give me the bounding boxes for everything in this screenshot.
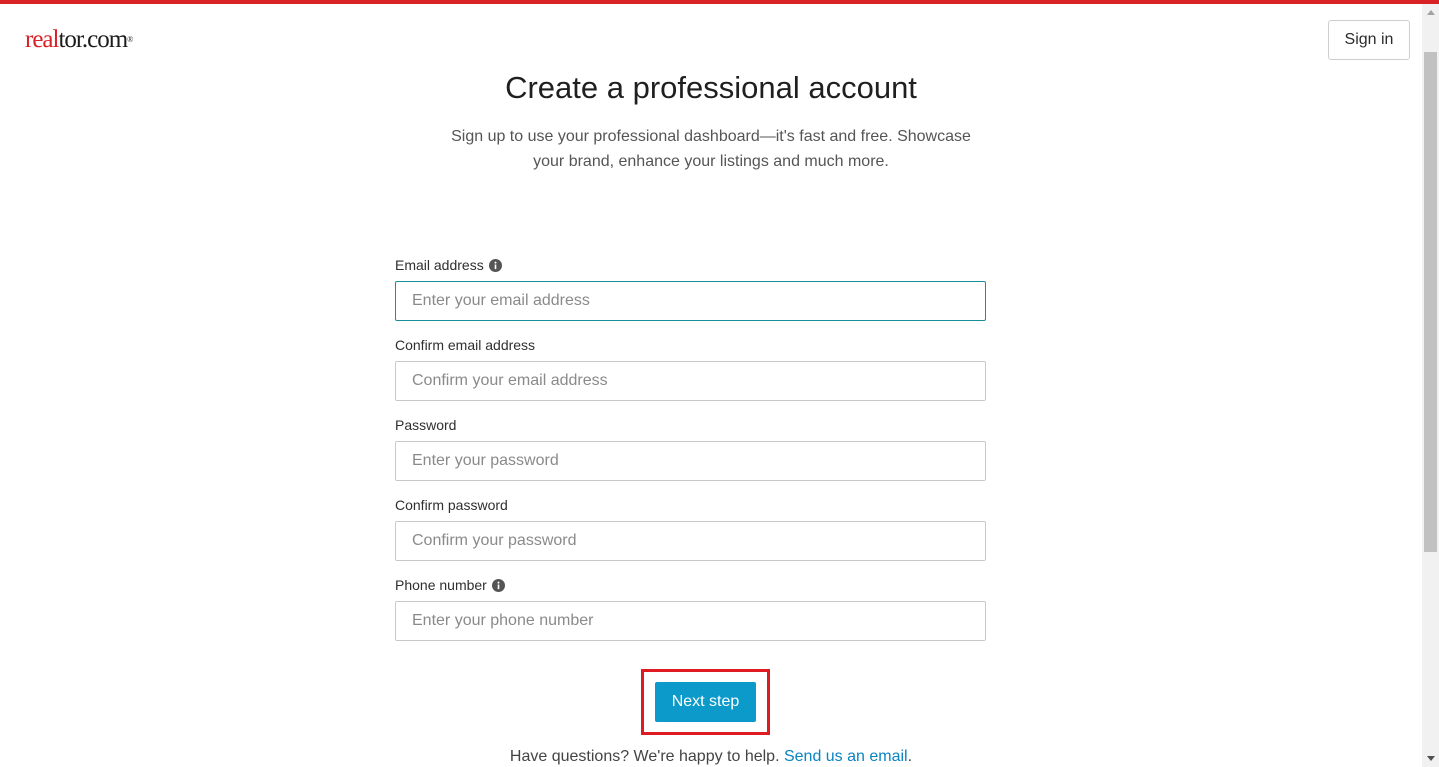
info-icon[interactable]	[491, 578, 505, 592]
scrollbar-thumb[interactable]	[1424, 52, 1437, 552]
phone-input[interactable]	[395, 601, 986, 641]
confirm-password-label: Confirm password	[395, 497, 508, 513]
email-label-text: Email address	[395, 257, 484, 273]
vertical-scrollbar[interactable]	[1422, 4, 1439, 767]
realtor-logo[interactable]: realtor.com®	[25, 26, 133, 54]
email-label: Email address	[395, 257, 502, 273]
password-input[interactable]	[395, 441, 986, 481]
next-step-button[interactable]: Next step	[655, 682, 756, 722]
next-step-highlight: Next step	[641, 669, 770, 735]
phone-label-text: Phone number	[395, 577, 487, 593]
info-icon[interactable]	[488, 258, 502, 272]
confirm-password-input[interactable]	[395, 521, 986, 561]
send-email-link[interactable]: Send us an email	[784, 748, 908, 765]
chevron-down-icon	[1426, 756, 1435, 761]
phone-field-group: Phone number	[395, 575, 986, 655]
page-subtitle: Sign up to use your professional dashboa…	[451, 128, 971, 170]
email-field-group: Email address	[395, 255, 986, 335]
help-text: Have questions? We're happy to help. Sen…	[0, 748, 1422, 766]
password-label: Password	[395, 417, 456, 433]
page: realtor.com® Sign in Create a profession…	[0, 0, 1422, 767]
signup-form: Email address Confirm email address Pass…	[395, 255, 986, 655]
email-input[interactable]	[395, 281, 986, 321]
help-text-message: Have questions? We're happy to help.	[509, 748, 780, 765]
phone-label: Phone number	[395, 577, 505, 593]
confirm-email-field-group: Confirm email address	[395, 335, 986, 415]
logo-part-real: real	[25, 26, 59, 53]
confirm-email-input[interactable]	[395, 361, 986, 401]
confirm-password-field-group: Confirm password	[395, 495, 986, 575]
logo-registered-mark: ®	[127, 35, 134, 44]
password-field-group: Password	[395, 415, 986, 495]
confirm-email-label-text: Confirm email address	[395, 337, 536, 353]
help-text-suffix: .	[907, 748, 913, 765]
logo-part-tor: tor.com	[58, 26, 128, 53]
scroll-up-button[interactable]	[1422, 4, 1439, 21]
chevron-up-icon	[1426, 10, 1435, 15]
confirm-email-label: Confirm email address	[395, 337, 535, 353]
page-title: Create a professional account	[505, 70, 917, 105]
scroll-down-button[interactable]	[1422, 750, 1439, 767]
confirm-password-label-text: Confirm password	[395, 497, 508, 513]
sign-in-button[interactable]: Sign in	[1328, 20, 1410, 60]
password-label-text: Password	[395, 417, 457, 433]
